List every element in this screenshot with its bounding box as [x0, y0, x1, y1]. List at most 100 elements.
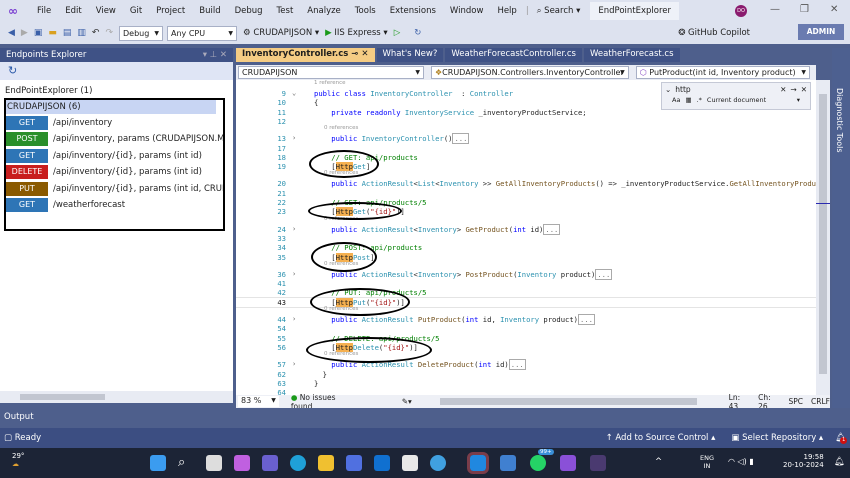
start-icon[interactable]: [150, 455, 166, 471]
endpoint-item[interactable]: PUT/api/inventory/{id}, params (int id, …: [6, 181, 223, 197]
tab-1[interactable]: What's New?: [376, 48, 444, 62]
paint-icon[interactable]: [430, 455, 446, 471]
search-button[interactable]: ⌕ Search ▾: [537, 6, 581, 16]
tree-root[interactable]: EndPointExplorer (1): [0, 83, 233, 99]
clear-icon[interactable]: ✕: [780, 85, 786, 94]
clock[interactable]: 19:58 20-10-2024: [783, 453, 824, 469]
fold-icon[interactable]: ⌄: [292, 89, 296, 98]
notepad-icon[interactable]: [500, 455, 516, 471]
select-repository-button[interactable]: ▣ Select Repository ▴: [731, 433, 823, 443]
save-all-icon[interactable]: ▥: [77, 28, 86, 38]
start-without-debugging-icon[interactable]: ▷: [394, 28, 401, 38]
match-case-icon[interactable]: Aa: [672, 96, 680, 104]
startup-project-dropdown[interactable]: ⚙ CRUDAPIJSON ▾: [243, 28, 319, 38]
outlook-icon[interactable]: [374, 455, 390, 471]
restore-button[interactable]: ❐: [800, 4, 809, 15]
close-panel-icon[interactable]: ▾ ⊥ ✕: [203, 50, 227, 60]
app-icon[interactable]: [346, 455, 362, 471]
file-explorer-icon[interactable]: [318, 455, 334, 471]
tray-overflow-icon[interactable]: ^: [655, 457, 662, 467]
redo-icon[interactable]: ↷: [105, 28, 113, 38]
forward-icon[interactable]: ▶: [21, 28, 28, 38]
menu-file[interactable]: File: [30, 6, 58, 16]
fold-icon[interactable]: ›: [292, 360, 296, 369]
find-input[interactable]: http: [675, 85, 776, 94]
fold-icon[interactable]: ›: [292, 134, 296, 143]
zoom-dropdown[interactable]: 83 % ▼: [238, 396, 279, 407]
open-folder-icon[interactable]: ▬: [48, 28, 57, 38]
refresh-icon[interactable]: ↻: [414, 28, 421, 38]
member-dropdown[interactable]: ⬡ PutProduct(int id, Inventory product) ▼: [635, 66, 810, 79]
scope-dropdown[interactable]: Current document: [707, 96, 766, 104]
close-find-icon[interactable]: ✕: [801, 85, 807, 94]
tab-0[interactable]: InventoryController.cs ⊸ ✕: [236, 48, 375, 62]
undo-icon[interactable]: ↶: [92, 28, 100, 38]
docker-icon[interactable]: [467, 452, 489, 474]
edge-icon[interactable]: [290, 455, 306, 471]
menu-debug[interactable]: Debug: [228, 6, 270, 16]
whitespace-indicator[interactable]: SPC: [789, 397, 804, 406]
output-tab[interactable]: Output: [0, 408, 850, 428]
configuration-dropdown[interactable]: Debug ▼: [119, 25, 163, 41]
weather-widget[interactable]: 29° ☁: [12, 452, 24, 468]
endpoint-item[interactable]: GET/api/inventory: [6, 115, 223, 131]
visual-studio-icon[interactable]: [560, 455, 576, 471]
minimize-button[interactable]: —: [770, 4, 780, 15]
menu-view[interactable]: View: [89, 6, 123, 16]
menu-window[interactable]: Window: [443, 6, 491, 16]
save-icon[interactable]: ▤: [63, 28, 72, 38]
regex-icon[interactable]: .*: [697, 96, 702, 104]
back-icon[interactable]: ◀: [8, 28, 15, 38]
menu-extensions[interactable]: Extensions: [383, 6, 443, 16]
menu-build[interactable]: Build: [192, 6, 227, 16]
menu-edit[interactable]: Edit: [58, 6, 88, 16]
class-dropdown[interactable]: ❖CRUDAPIJSON.Controllers.InventoryContro…: [431, 66, 629, 79]
whatsapp-icon[interactable]: 99+: [530, 449, 554, 471]
find-next-icon[interactable]: →: [790, 85, 796, 94]
code-editor[interactable]: 1 reference 9 ⌄ public class InventoryContr…: [236, 80, 816, 395]
endpoint-item[interactable]: DELETE/api/inventory/{id}, params (int i…: [6, 164, 223, 180]
horizontal-scrollbar[interactable]: [0, 391, 233, 403]
project-dropdown[interactable]: CRUDAPIJSON ▼: [238, 66, 424, 79]
notification-bell-icon[interactable]: 🔔︎: [834, 457, 845, 467]
endpoint-item[interactable]: POST/api/inventory, params (CRUDAPIJSON.…: [6, 131, 223, 147]
new-project-icon[interactable]: ▣: [34, 28, 43, 38]
run-button[interactable]: ▶ IIS Express ▾: [325, 28, 388, 38]
close-tab-icon[interactable]: ⊸ ✕: [348, 49, 368, 59]
cleanup-icon[interactable]: ✎▾: [402, 397, 412, 406]
teams-icon[interactable]: [262, 455, 278, 471]
menu-test[interactable]: Test: [270, 6, 301, 16]
line-ending-indicator[interactable]: CRLF: [811, 397, 830, 406]
menu-tools[interactable]: Tools: [348, 6, 383, 16]
horizontal-scrollbar[interactable]: [439, 398, 697, 405]
menu-project[interactable]: Project: [149, 6, 192, 16]
vertical-scrollbar[interactable]: [816, 80, 830, 395]
avatar[interactable]: DO: [735, 5, 747, 17]
fold-icon[interactable]: ›: [292, 225, 296, 234]
add-to-source-control-button[interactable]: ↑ Add to Source Control ▴: [606, 433, 716, 443]
project-group[interactable]: CRUDAPIJSON (6): [6, 100, 216, 114]
store-icon[interactable]: [402, 455, 418, 471]
terminal-icon[interactable]: [590, 455, 606, 471]
notifications-icon[interactable]: 🔔︎1: [835, 433, 848, 444]
copilot-button[interactable]: ❂ GitHub Copilot: [678, 28, 750, 38]
diagnostic-tools-strip[interactable]: Diagnostic Tools: [832, 48, 850, 408]
codelens-references[interactable]: 0 references: [324, 125, 358, 131]
fold-icon[interactable]: ›: [292, 270, 296, 279]
whole-word-icon[interactable]: ▦: [685, 96, 691, 104]
tab-2[interactable]: WeatherForecastController.cs: [445, 48, 582, 62]
menu-analyze[interactable]: Analyze: [300, 6, 348, 16]
language-indicator[interactable]: ENG IN: [700, 454, 714, 470]
codelens-references[interactable]: 1 reference: [314, 80, 346, 86]
close-button[interactable]: ✕: [830, 4, 838, 15]
search-icon[interactable]: ⌕: [178, 455, 194, 471]
tab-3[interactable]: WeatherForecast.cs: [583, 48, 680, 62]
wifi-volume-battery-icons[interactable]: ◠ ◁) ▮: [728, 457, 754, 466]
copilot-icon[interactable]: [234, 455, 250, 471]
refresh-icon[interactable]: ↻: [0, 62, 233, 80]
menu-help[interactable]: Help: [490, 6, 523, 16]
endpoint-item[interactable]: GET/api/inventory/{id}, params (int id): [6, 148, 223, 164]
fold-icon[interactable]: ›: [292, 315, 296, 324]
menu-git[interactable]: Git: [123, 6, 149, 16]
endpoint-item[interactable]: GET/weatherforecast: [6, 197, 223, 213]
